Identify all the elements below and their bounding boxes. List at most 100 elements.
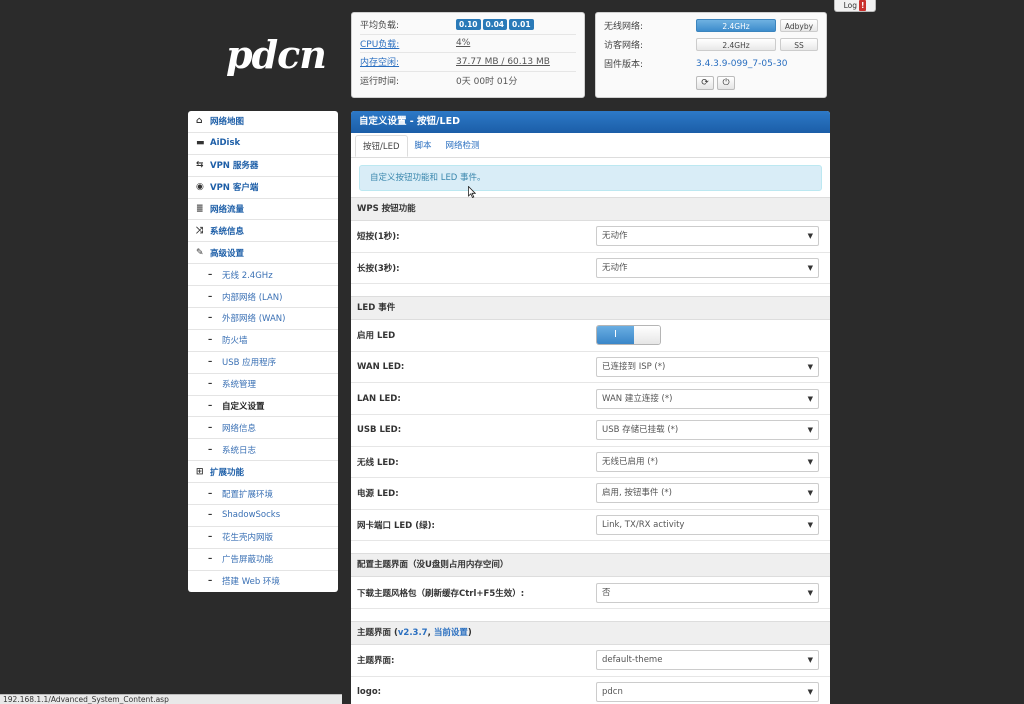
sidebar-subitem-label: 搭建 Web 环境 [222,577,280,588]
log-button[interactable]: Log! [834,0,876,12]
usb-led-select[interactable]: USB 存储已挂载 (*) ▼ [596,420,819,441]
ss-button[interactable]: SS [780,38,818,51]
enable-led-switch[interactable]: I [596,325,661,346]
adbyby-button[interactable]: Adbyby [780,19,818,32]
theme-label: 主题界面: [357,656,395,667]
list-icon: ≣ [196,204,204,214]
sidebar-item-7[interactable]: ✎ 高级设置 [188,242,338,265]
sidebar-subitem-ext-1[interactable]: – 配置扩展环境 [188,483,338,506]
sidebar-subitem-advanced-2[interactable]: – 内部网络 (LAN) [188,286,338,309]
sidebar-subitem-advanced-6[interactable]: – 系统管理 [188,374,338,396]
section-led: LED 事件 [351,296,830,321]
refresh-icon[interactable]: ⟳ [696,75,714,90]
sidebar-subitem-label: ShadowSocks [222,510,281,521]
dash-icon: – [208,357,213,368]
download-theme-label: 下载主题风格包（刷新缓存Ctrl+F5生效）: [357,588,525,599]
sidebar-item-2[interactable]: ▬ AiDisk [188,133,338,155]
wireless-label: 无线网络: [604,22,644,32]
short-press-select[interactable]: 无动作 ▼ [596,226,819,247]
mouse-cursor-icon [468,186,476,198]
memory-value: 37.77 MB / 60.13 MB [456,56,550,67]
sidebar-subitem-label: 网络信息 [222,423,257,434]
long-press-value: 无动作 [602,262,628,273]
sidebar-subitem-advanced-8[interactable]: – 网络信息 [188,417,338,440]
network-status-panel: 无线网络: 2.4GHz Adbyby 访客网络: 2.4GHz SS 固件版本… [595,12,827,98]
wireless-2g-toggle[interactable]: 2.4GHz [696,19,776,32]
power-led-select[interactable]: 启用, 按钮事件 (*) ▼ [596,483,819,504]
tab-button-led[interactable]: 按钮/LED [355,135,408,157]
usb-led-label: USB LED: [357,425,402,436]
sidebar-subitem-label: 系统日志 [222,445,257,456]
dash-icon: – [208,532,213,543]
dropdown-arrow-icon: ▼ [807,656,813,665]
sidebar-subitem-label: 外部网络 (WAN) [222,314,286,325]
sidebar-subitem-advanced-9[interactable]: – 系统日志 [188,439,338,462]
browser-status-bar: 192.168.1.1/Advanced_System_Content.asp [0,694,342,704]
sidebar-subitem-advanced-4[interactable]: – 防火墙 [188,330,338,352]
switch-off-part [634,326,660,345]
sidebar-item-label: 网络流量 [210,205,245,215]
dash-icon: – [208,291,213,302]
dash-icon: – [208,335,213,346]
sidebar-item-label: 高级设置 [210,248,245,259]
sidebar-item-extensions[interactable]: ⊞ 扩展功能 [188,461,338,484]
long-press-select[interactable]: 无动作 ▼ [596,257,819,278]
sidebar-subitem-ext-5[interactable]: – 搭建 Web 环境 [188,571,338,592]
power-icon[interactable]: ⏻ [717,75,735,90]
wan-led-label: WAN LED: [357,362,405,373]
nic-led-select[interactable]: Link, TX/RX activity ▼ [596,515,819,536]
usb-led-value: USB 存储已挂载 (*) [602,425,679,436]
log-alert-badge: ! [858,0,867,11]
logo-select[interactable]: pdcn ▼ [596,681,819,702]
sidebar-item-4[interactable]: ◉ VPN 客户端 [188,177,338,199]
sidebar-subitem-ext-3[interactable]: – 花生壳内网版 [188,527,338,549]
sidebar-item-3[interactable]: ⇆ VPN 服务器 [188,155,338,177]
sidebar-item-label: VPN 客户端 [210,183,259,194]
wifi-led-select[interactable]: 无线已启用 (*) ▼ [596,451,819,472]
wan-led-value: 已连接到 ISP (*) [602,362,666,373]
wrench-icon: ✎ [196,247,204,258]
theme-value: default-theme [602,655,663,666]
download-theme-value: 否 [602,587,611,598]
sidebar-subitem-ext-2[interactable]: – ShadowSocks [188,505,338,527]
wifi-led-label: 无线 LED: [357,457,399,468]
cpu-label[interactable]: CPU负载: [360,37,456,50]
dropdown-arrow-icon: ▼ [807,489,813,498]
sidebar-subitem-ext-4[interactable]: – 广告屏蔽功能 [188,549,338,571]
system-status-panel: 平均负载: 0.10 0.04 0.01 CPU负载: 4% 内存空闲: 37.77 M… [351,12,585,98]
sidebar-subitem-advanced-7[interactable]: – 自定义设置 [188,396,338,418]
dropdown-arrow-icon: ▼ [807,394,813,403]
wan-led-select[interactable]: 已连接到 ISP (*) ▼ [596,357,819,378]
sidebar-subitem-advanced-1[interactable]: – 无线 2.4GHz [188,264,338,287]
dash-icon: – [208,488,213,499]
dash-icon: – [208,313,213,324]
dropdown-arrow-icon: ▼ [807,687,813,696]
logo-label: logo: [357,686,382,697]
tab-script[interactable]: 脚本 [408,135,439,157]
firmware-version-link[interactable]: 3.4.3.9-099_7-05-30 [696,59,788,69]
memory-label[interactable]: 内存空闲: [360,55,456,68]
sidebar-subitem-advanced-5[interactable]: – USB 应用程序 [188,352,338,374]
uptime-label: 运行时间: [360,77,400,88]
grid-icon: ⊞ [196,466,204,477]
lan-led-label: LAN LED: [357,393,401,404]
sidebar-item-label: AiDisk [210,138,241,149]
disk-icon: ▬ [196,138,205,149]
enable-led-label: 启用 LED [357,331,396,342]
lan-led-select[interactable]: WAN 建立连接 (*) ▼ [596,388,819,409]
sidebar-item-1[interactable]: ⌂ 网络地图 [188,111,338,133]
guest-2g-toggle[interactable]: 2.4GHz [696,38,776,51]
theme-select[interactable]: default-theme ▼ [596,650,819,671]
theme-current-link[interactable]: 当前设置 [434,628,468,638]
sidebar-item-5[interactable]: ≣ 网络流量 [188,199,338,221]
tab-network-check[interactable]: 网络检测 [439,135,487,157]
theme-version-link[interactable]: v2.3.7 [398,628,428,638]
sidebar-subitem-advanced-3[interactable]: – 外部网络 (WAN) [188,308,338,330]
sidebar-item-6[interactable]: ⤨ 系统信息 [188,220,338,243]
download-theme-select[interactable]: 否 ▼ [596,582,819,603]
dash-icon: – [208,554,213,565]
switch-on-indicator: I [597,326,634,345]
sidebar-subitem-label: 系统管理 [222,380,257,391]
logo-value: pdcn [602,686,623,697]
sidebar-subitem-label: 自定义设置 [222,402,265,413]
